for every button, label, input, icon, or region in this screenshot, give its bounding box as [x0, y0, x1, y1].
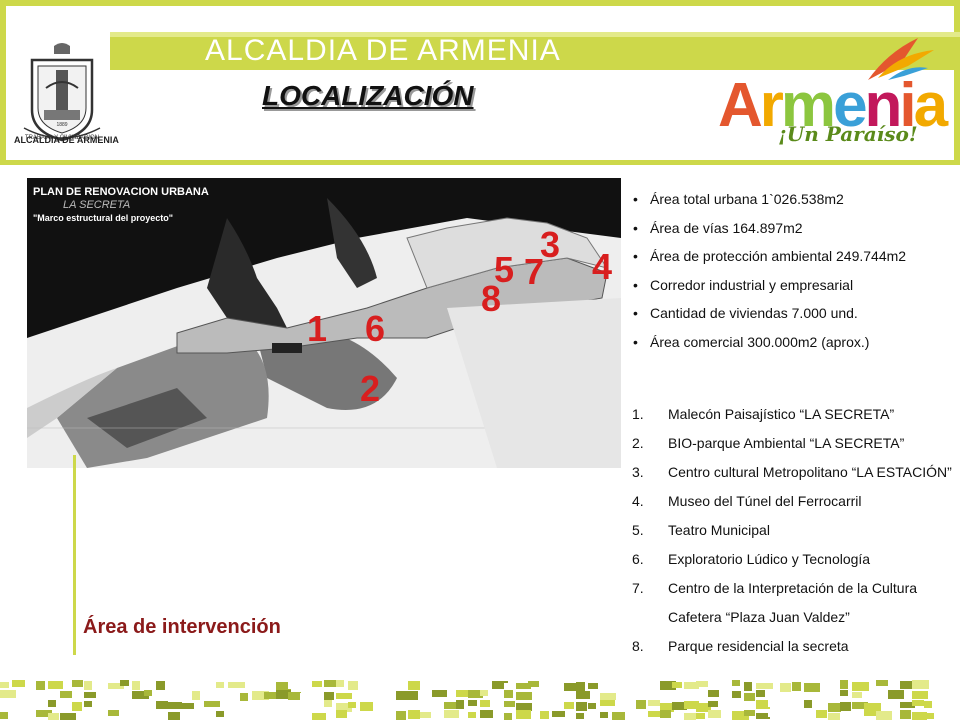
component-item: 1. Malecón Paisajístico “LA SECRETA” [632, 400, 960, 429]
map-title: PLAN DE RENOVACION URBANA [33, 186, 209, 198]
coat-year: 1889 [56, 122, 67, 128]
page-title: LOCALIZACIÓN [262, 80, 474, 111]
armenia-brand-logo: Armenia ¡Un Paraíso! [718, 38, 948, 155]
coat-of-arms-icon: TRABAJO Y CIVILIZACION 1889 [23, 43, 101, 142]
urban-plan-map: PLAN DE RENOVACION URBANA LA SECRETA "Ma… [27, 178, 621, 468]
map-number-2: 2 [360, 368, 381, 409]
component-text: Museo del Túnel del Ferrocarril [668, 493, 862, 509]
component-number: 4. [632, 493, 644, 509]
component-number: 3. [632, 464, 644, 480]
map-number-4: 4 [592, 246, 613, 287]
bottom-pattern [0, 680, 960, 720]
component-text: Exploratorio Lúdico y Tecnología [668, 551, 871, 567]
component-text: Parque residencial la secreta [668, 638, 849, 654]
fact-item: Área de vías 164.897m2 [630, 217, 960, 246]
component-item: 5. Teatro Municipal [632, 516, 960, 545]
component-text: Teatro Municipal [668, 522, 770, 538]
component-number: 1. [632, 406, 644, 422]
component-number: 6. [632, 551, 644, 567]
project-components-list: 1. Malecón Paisajístico “LA SECRETA” 2. BI… [632, 400, 960, 661]
brand-letter: A [718, 71, 763, 140]
coat-caption: ALCALDIA DE ARMENIA [14, 135, 119, 145]
component-number: 5. [632, 522, 644, 538]
component-text: Centro de la Interpretación de la Cultur… [668, 580, 918, 625]
fact-item: Área comercial 300.000m2 (aprox.) [630, 331, 960, 360]
map-number-6: 6 [365, 308, 386, 349]
component-item: 6. Exploratorio Lúdico y Tecnología [632, 545, 960, 574]
component-text: BIO-parque Ambiental “LA SECRETA” [668, 435, 905, 451]
map-caption: "Marco estructural del proyecto" [33, 213, 174, 223]
fact-item: Cantidad de viviendas 7.000 und. [630, 302, 960, 331]
frame-left [0, 0, 6, 165]
frame-right [954, 0, 960, 165]
brand-slogan: ¡Un Paraíso! [778, 122, 918, 146]
intervention-area-label: Área de intervención [83, 616, 281, 638]
left-divider [73, 455, 76, 655]
component-number: 8. [632, 638, 644, 654]
map-banner: PLAN DE RENOVACION URBANA LA SECRETA "Ma… [27, 178, 621, 242]
component-text: Malecón Paisajístico “LA SECRETA” [668, 406, 895, 422]
map-number-1: 1 [307, 308, 328, 349]
component-item: 7. Centro de la Interpretación de la Cult… [632, 574, 960, 632]
component-item: 2. BIO-parque Ambiental “LA SECRETA” [632, 429, 960, 458]
component-text: Centro cultural Metropolitano “LA ESTACI… [668, 464, 952, 480]
component-item: 8. Parque residencial la secreta [632, 632, 960, 661]
project-facts-list: Área total urbana 1`026.538m2 Área de ví… [630, 188, 960, 359]
frame-top [0, 0, 960, 6]
component-item: 4. Museo del Túnel del Ferrocarril [632, 487, 960, 516]
map-number-8: 8 [481, 278, 502, 319]
frame-bottom [0, 160, 960, 165]
fact-item: Corredor industrial y empresarial [630, 274, 960, 303]
fact-item: Área total urbana 1`026.538m2 [630, 188, 960, 217]
header: ALCALDIA DE ARMENIA TRABAJO Y CIVILIZACI… [0, 0, 960, 165]
fact-item: Área de protección ambiental 249.744m2 [630, 245, 960, 274]
map-number-7: 7 [524, 251, 545, 292]
component-number: 7. [632, 580, 644, 596]
component-number: 2. [632, 435, 644, 451]
brand-letter: a [913, 71, 949, 140]
component-item: 3. Centro cultural Metropolitano “LA ESTA… [632, 458, 960, 487]
header-title: ALCALDIA DE ARMENIA [205, 34, 561, 67]
map-subtitle: LA SECRETA [63, 199, 131, 211]
